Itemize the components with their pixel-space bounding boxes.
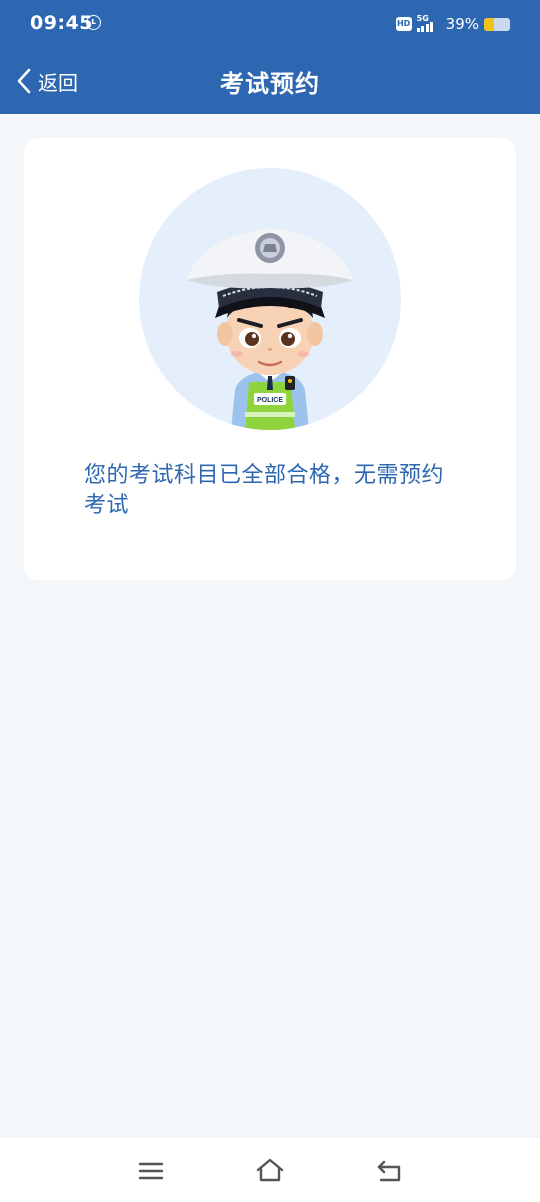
status-bar: 09:45 ʟ HD 5G 39%	[0, 0, 540, 48]
top-bar: 09:45 ʟ HD 5G 39% 返回 考试预约	[0, 0, 540, 114]
vest-badge-text: POLICE	[257, 397, 283, 404]
battery-icon	[484, 17, 510, 31]
battery-percent: 39%	[445, 15, 479, 33]
exam-status-card: POLICE 您的考试科目已全部合格，无需预约考试	[24, 138, 516, 580]
system-navigation-bar	[0, 1138, 540, 1202]
battery-fill	[484, 17, 495, 31]
system-back-button[interactable]	[375, 1156, 405, 1186]
status-time: 09:45	[30, 12, 93, 34]
menu-button[interactable]	[136, 1156, 166, 1186]
exam-status-message: 您的考试科目已全部合格，无需预约考试	[84, 463, 445, 518]
police-officer-illustration: POLICE	[139, 168, 401, 430]
nav-bar: 返回 考试预约	[0, 48, 540, 114]
home-button[interactable]	[255, 1156, 285, 1186]
hd-badge: HD	[395, 17, 412, 31]
notification-icon: ʟ	[86, 15, 101, 30]
home-icon	[256, 1158, 284, 1182]
signal-icon: 5G	[416, 14, 439, 32]
status-indicators: HD 5G 39%	[395, 14, 510, 34]
page-title: 考试预约	[220, 70, 320, 98]
back-icon	[377, 1160, 401, 1182]
menu-icon	[138, 1162, 164, 1180]
police-avatar: POLICE	[139, 168, 401, 430]
